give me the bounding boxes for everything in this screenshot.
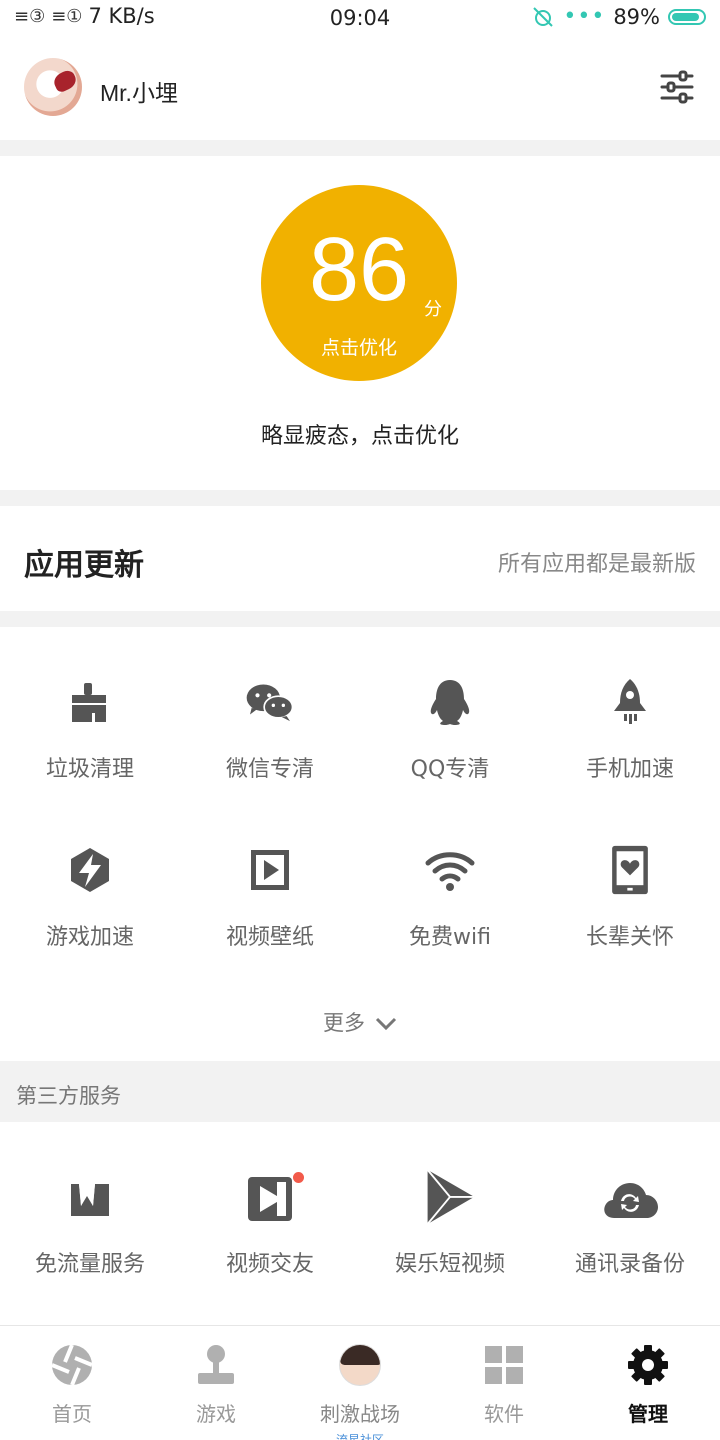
tool-qq-clean[interactable]: QQ专清 [360,677,540,817]
bottom-navigation: 首页 游戏 刺激战场 流星社区 软件 管理 [0,1325,720,1440]
broom-icon [72,683,106,722]
sliders-icon[interactable] [660,70,694,104]
qq-penguin-icon [430,680,470,725]
service-label: 免流量服务 [34,1252,145,1277]
app-update-row[interactable]: 应用更新 所有应用都是最新版 [0,506,720,611]
tool-video-wallpaper[interactable]: 视频壁纸 [180,845,360,985]
nav-label: 管理 [628,1402,668,1426]
nav-sublabel: 流星社区 [335,1433,384,1440]
tools-grid: 垃圾清理 微信专清 QQ专清 手机加速 游戏加速 视频壁纸 免费wifi 长辈关… [0,627,720,1061]
lightning-shield-icon [71,848,109,892]
status-bar: ≡③ ≡① 7 KB/s 09:04 ••• 89% [0,0,720,38]
nav-battle[interactable]: 刺激战场 流星社区 [288,1344,432,1440]
nav-games[interactable]: 游戏 [144,1344,288,1427]
tool-phone-boost[interactable]: 手机加速 [540,677,720,817]
more-button[interactable]: 更多 [0,1007,720,1037]
service-label: 视频交友 [225,1252,314,1277]
username[interactable]: Mr.小埋 [100,74,178,108]
third-party-header: 第三方服务 [0,1062,720,1122]
rocket-icon [614,679,646,724]
tool-label: 免费wifi [409,925,491,950]
game-avatar-icon [339,1344,381,1386]
nav-home[interactable]: 首页 [0,1344,144,1427]
nav-label: 刺激战场 [320,1402,400,1426]
notification-dot [293,1172,304,1183]
tool-label: 微信专清 [225,757,314,782]
more-label: 更多 [323,1011,365,1035]
play-triangle-icon [426,1169,475,1224]
status-right: ••• 89% [531,4,706,29]
battery-icon [668,8,706,25]
score-optimize-button[interactable]: 86 分 点击优化 [261,185,457,381]
signal-dots-icon: ••• [563,4,606,29]
nav-software[interactable]: 软件 [432,1344,576,1427]
nav-manage[interactable]: 管理 [576,1344,720,1427]
tool-elder-care[interactable]: 长辈关怀 [540,845,720,985]
gear-icon [628,1345,668,1385]
tool-free-wifi[interactable]: 免费wifi [360,845,540,985]
tool-wechat-clean[interactable]: 微信专清 [180,677,360,817]
service-video-friends[interactable]: 视频交友 [180,1172,360,1314]
third-party-title: 第三方服务 [16,1084,121,1108]
score-unit: 分 [424,299,442,320]
nav-label: 软件 [484,1402,524,1426]
tool-label: 视频壁纸 [225,925,314,950]
wifi-icon [425,852,475,891]
tool-junk-clean[interactable]: 垃圾清理 [0,677,180,817]
apps-grid-icon [485,1346,523,1384]
home-aperture-icon [51,1344,93,1386]
battery-percent: 89% [613,4,660,29]
score-message[interactable]: 略显疲态，点击优化 [0,418,720,450]
app-update-status: 所有应用都是最新版 [497,552,696,577]
third-party-grid: 免流量服务 视频交友 娱乐短视频 通讯录备份 [0,1122,720,1325]
service-contacts-backup[interactable]: 通讯录备份 [540,1174,720,1314]
chevron-down-icon [375,1017,397,1031]
joystick-icon [198,1345,234,1384]
alarm-off-icon [533,6,554,27]
video-play-icon [248,1177,292,1221]
score-action-label: 点击优化 [320,337,397,359]
profile-header: Mr.小埋 [0,38,720,140]
tool-label: 长辈关怀 [585,925,674,950]
service-short-video[interactable]: 娱乐短视频 [360,1169,540,1314]
service-free-data[interactable]: 免流量服务 [0,1174,180,1314]
crown-w-icon [71,1184,109,1216]
score-card: 86 分 点击优化 略显疲态，点击优化 [0,156,720,490]
service-label: 通讯录备份 [574,1252,685,1277]
tool-label: 手机加速 [585,757,674,782]
wechat-icon [246,684,294,722]
tool-label: 垃圾清理 [45,757,134,782]
service-label: 娱乐短视频 [394,1252,505,1277]
tool-label: 游戏加速 [45,925,134,950]
tool-label: QQ专清 [410,757,490,782]
nav-label: 首页 [52,1402,92,1426]
avatar[interactable] [24,58,82,116]
nav-label: 游戏 [196,1402,236,1426]
cloud-sync-icon [604,1183,658,1218]
video-frame-icon [251,850,289,890]
app-update-title: 应用更新 [24,548,144,583]
phone-heart-icon [612,845,648,895]
tool-game-boost[interactable]: 游戏加速 [0,845,180,985]
